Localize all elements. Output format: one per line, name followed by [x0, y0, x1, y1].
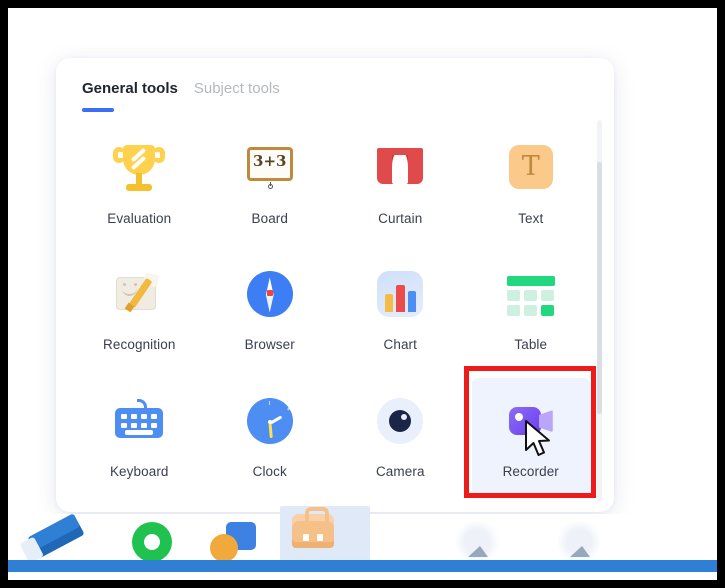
dock-item-toolbox[interactable] — [280, 506, 370, 568]
recognition-icon — [111, 267, 167, 323]
tools-grid: Evaluation 3+3 Board Curtain T Text Reco… — [74, 120, 596, 500]
redo-icon — [557, 520, 601, 564]
tool-item-text[interactable]: T Text — [466, 120, 597, 247]
whiteboard-icon: 3+3 — [242, 141, 298, 197]
tool-label: Table — [514, 337, 548, 353]
keyboard-icon — [111, 394, 167, 450]
app-screen: General tools Subject tools Evaluation 3… — [8, 8, 717, 580]
bar-chart-icon — [372, 267, 428, 323]
tool-item-clock[interactable]: Clock — [205, 373, 336, 500]
dock-item-undo[interactable] — [451, 518, 513, 566]
tool-label: Board — [251, 210, 289, 226]
undo-icon — [455, 520, 499, 564]
tab-general-tools[interactable]: General tools — [82, 80, 178, 97]
tool-label: Camera — [375, 464, 425, 480]
tool-label: Recorder — [502, 464, 559, 480]
dock-bottom-bar — [8, 560, 717, 572]
tool-item-board[interactable]: 3+3 Board — [205, 120, 336, 247]
compass-icon — [242, 267, 298, 323]
eraser-icon — [27, 513, 85, 559]
tool-label: Browser — [244, 337, 295, 353]
tool-item-curtain[interactable]: Curtain — [335, 120, 466, 247]
mouse-pointer-icon — [525, 420, 550, 456]
tab-subject-tools[interactable]: Subject tools — [194, 80, 280, 97]
shape-ring-icon — [132, 522, 172, 562]
text-icon-glyph: T — [521, 150, 540, 182]
tool-label: Chart — [383, 337, 417, 353]
dock-item-shapes[interactable] — [208, 518, 270, 566]
tool-label: Clock — [252, 464, 287, 480]
tool-label: Evaluation — [107, 210, 172, 226]
board-icon-text: 3+3 — [253, 151, 287, 170]
tool-item-keyboard[interactable]: Keyboard — [74, 373, 205, 500]
active-tab-indicator — [82, 108, 114, 112]
toolbox-icon — [292, 507, 334, 548]
text-icon: T — [503, 141, 559, 197]
tool-label: Curtain — [378, 210, 423, 226]
shapes-icon-circle — [210, 534, 238, 562]
panel-scrollbar-thumb[interactable] — [597, 162, 602, 414]
dock-item-shape-ring[interactable] — [126, 518, 188, 566]
panel-tabs: General tools Subject tools — [82, 80, 280, 97]
tool-item-chart[interactable]: Chart — [335, 247, 466, 374]
curtain-icon — [372, 141, 428, 197]
panel-scrollbar-track[interactable] — [597, 120, 602, 502]
tool-label: Recognition — [103, 337, 176, 353]
tool-item-table[interactable]: Table — [466, 247, 597, 374]
table-icon — [503, 267, 559, 323]
dock-item-redo[interactable] — [553, 518, 615, 566]
tool-item-browser[interactable]: Browser — [205, 247, 336, 374]
dock-item-eraser[interactable] — [27, 513, 92, 566]
tool-item-camera[interactable]: Camera — [335, 373, 466, 500]
tool-label: Keyboard — [109, 464, 169, 480]
tool-label: Text — [518, 210, 544, 226]
bottom-toolbar — [8, 506, 717, 580]
tool-item-recognition[interactable]: Recognition — [74, 247, 205, 374]
tool-item-evaluation[interactable]: Evaluation — [74, 120, 205, 247]
camera-icon — [372, 394, 428, 450]
clock-icon — [242, 394, 310, 477]
trophy-icon — [111, 141, 167, 197]
